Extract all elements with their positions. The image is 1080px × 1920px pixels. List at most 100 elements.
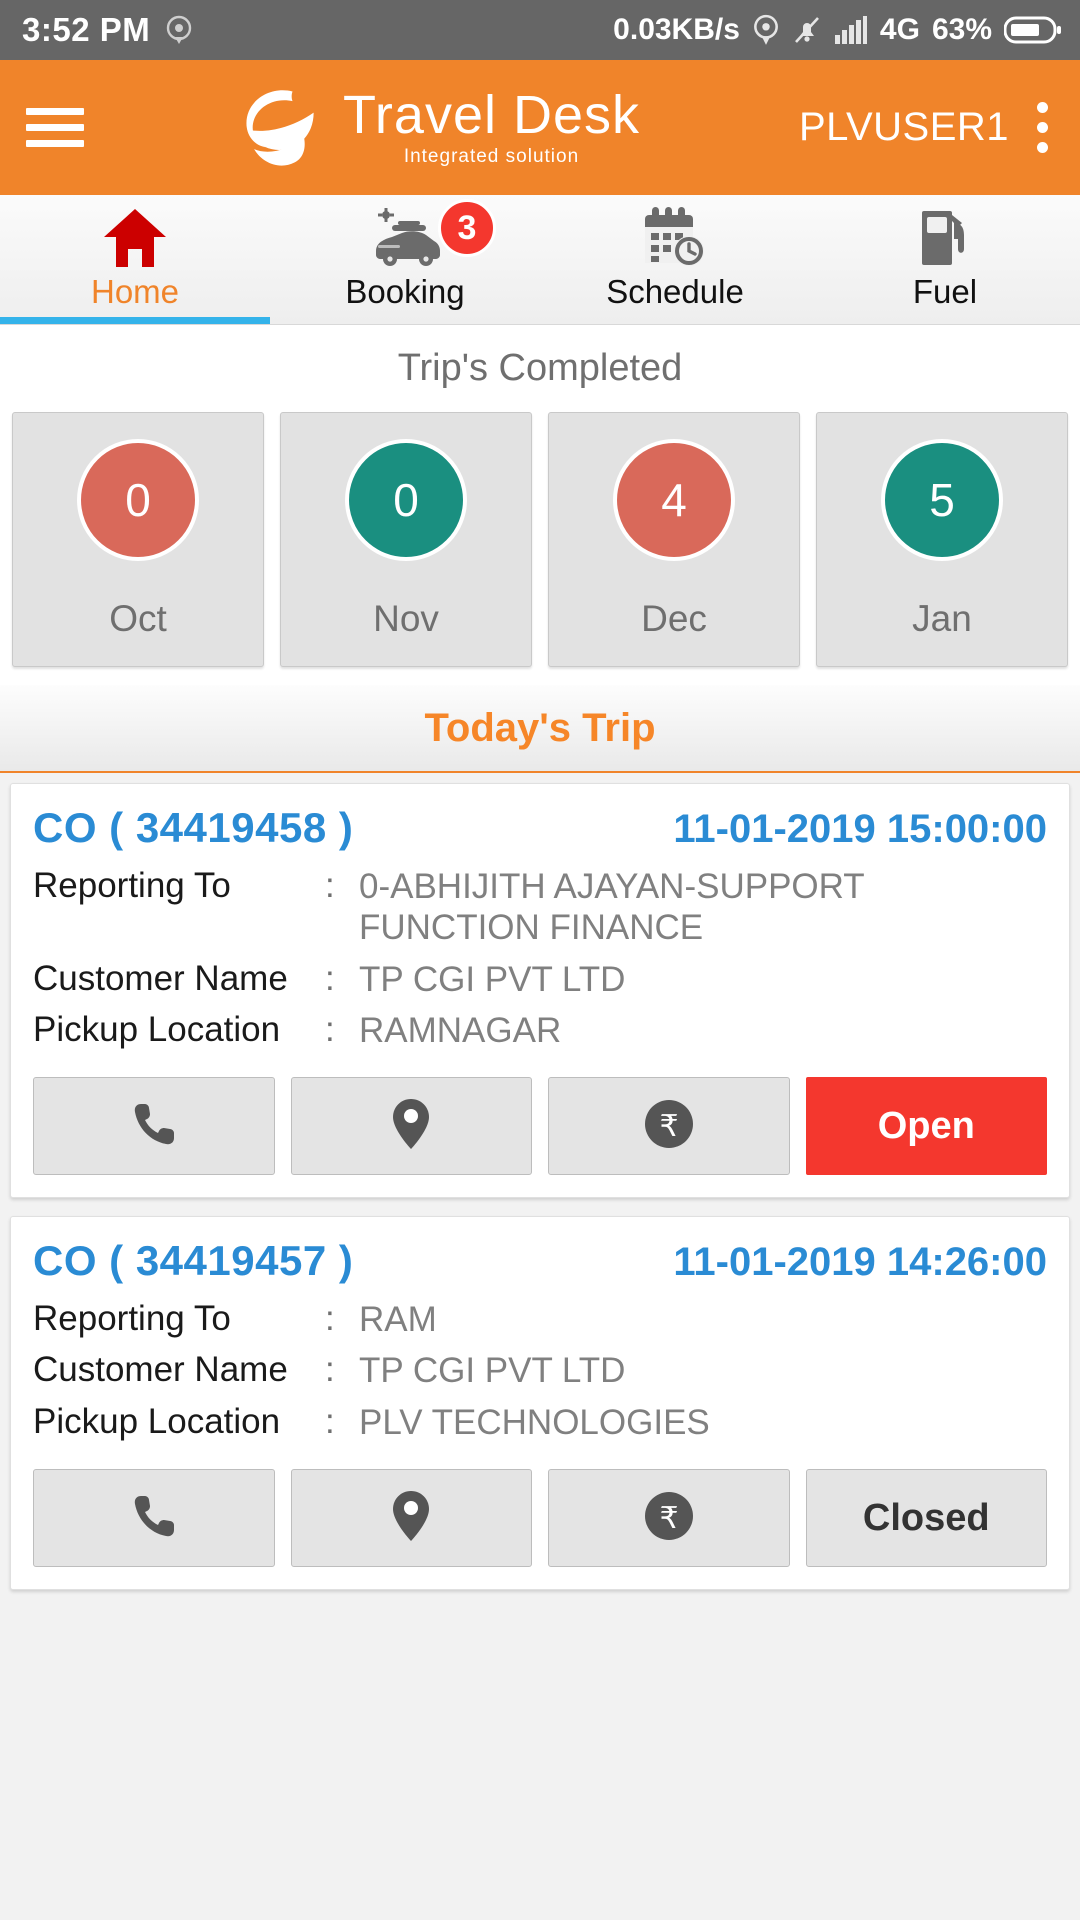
- tab-home-label: Home: [90, 273, 180, 310]
- trip-pickup-location-label: Pickup Location: [33, 1009, 281, 1049]
- trip-customer-name-row: Customer Name : TP CGI PVT LTD: [33, 959, 1047, 1000]
- trip-reporting-to-label: Reporting To: [33, 866, 231, 905]
- brand-text: Travel Desk Integrated solution: [343, 87, 640, 168]
- status-bar-right: 0.03KB/s 4G 63%: [613, 13, 1062, 47]
- trip-reporting-to-row: Reporting To : RAM: [33, 1299, 1047, 1340]
- todays-trip-title: Today's Trip: [424, 705, 656, 750]
- trip-customer-name-label: Customer Name: [33, 958, 288, 998]
- stat-card-oct[interactable]: 0 Oct: [12, 412, 264, 667]
- calendar-clock-icon: [639, 207, 711, 269]
- trip-datetime: 11-01-2019 14:26:00: [673, 1240, 1047, 1285]
- trip-colon: :: [325, 1350, 335, 1390]
- trip-pickup-location-value: RAMNAGAR: [359, 1010, 562, 1050]
- battery-icon: [1004, 14, 1062, 46]
- stat-card-jan[interactable]: 5 Jan: [816, 412, 1068, 667]
- tab-fuel[interactable]: Fuel: [810, 195, 1080, 324]
- trip-co-number: CO ( 34419458 ): [33, 804, 354, 851]
- trip-card-header: CO ( 34419458 ) 11-01-2019 15:00:00: [33, 804, 1047, 852]
- trips-completed-section: Trip's Completed 0 Oct 0 Nov 4 Dec 5 Jan: [0, 325, 1080, 685]
- trip-datetime: 11-01-2019 15:00:00: [673, 807, 1047, 851]
- trip-customer-name-label: Customer Name: [33, 1350, 288, 1390]
- trips-completed-title: Trip's Completed: [397, 347, 683, 389]
- trip-pickup-location-label: Pickup Location: [33, 1401, 281, 1441]
- stat-count-dec: 4: [613, 439, 735, 561]
- phone-icon: [128, 1098, 180, 1155]
- trip-reporting-to-value: RAM: [359, 1300, 437, 1340]
- stat-month-jan: Jan: [912, 598, 972, 639]
- fuel-pump-icon: [914, 207, 976, 269]
- call-button[interactable]: [33, 1469, 275, 1568]
- trip-status-button[interactable]: Closed: [805, 1469, 1047, 1568]
- rupee-coin-icon: ₹: [643, 1098, 695, 1155]
- location-icon: [166, 15, 192, 45]
- trip-pickup-location-row: Pickup Location : RAMNAGAR: [33, 1010, 1047, 1051]
- trip-actions: ₹ Open: [33, 1077, 1047, 1176]
- trip-colon: :: [325, 958, 335, 998]
- trip-reporting-to-row: Reporting To : 0-ABHIJITH AJAYAN-SUPPORT…: [33, 866, 1047, 949]
- status-bar: 3:52 PM 0.03KB/s 4G 63%: [0, 0, 1080, 60]
- trip-reporting-to-value: 0-ABHIJITH AJAYAN-SUPPORT FUNCTION FINAN…: [359, 867, 865, 948]
- trip-pickup-location-value: PLV TECHNOLOGIES: [359, 1402, 710, 1442]
- trip-colon: :: [325, 1009, 335, 1049]
- booking-badge: 3: [438, 199, 496, 257]
- signal-icon: [834, 15, 868, 45]
- trip-pickup-location-row: Pickup Location : PLV TECHNOLOGIES: [33, 1402, 1047, 1443]
- status-time: 3:52 PM: [22, 11, 151, 48]
- stat-count-oct: 0: [77, 439, 199, 561]
- trip-card-header: CO ( 34419457 ) 11-01-2019 14:26:00: [33, 1237, 1047, 1285]
- stat-month-nov: Nov: [373, 598, 439, 639]
- trip-card-list: CO ( 34419458 ) 11-01-2019 15:00:00 Repo…: [0, 773, 1080, 1591]
- mute-icon: [792, 14, 822, 46]
- stat-month-oct: Oct: [109, 598, 167, 639]
- tab-booking[interactable]: 3 Booking: [270, 195, 540, 324]
- trip-customer-name-value: TP CGI PVT LTD: [359, 959, 626, 999]
- location-button[interactable]: [290, 1077, 532, 1176]
- tab-schedule-label: Schedule: [606, 273, 744, 310]
- call-button[interactable]: [33, 1077, 275, 1176]
- phone-icon: [128, 1490, 180, 1547]
- travel-desk-logo-icon: [246, 89, 314, 166]
- gps-icon: [752, 14, 780, 46]
- stat-count-nov: 0: [345, 439, 467, 561]
- network-type: 4G: [879, 13, 920, 46]
- tab-fuel-label: Fuel: [912, 273, 978, 310]
- kebab-menu-icon[interactable]: [1037, 102, 1054, 153]
- home-icon: [102, 207, 168, 269]
- app-header: Travel Desk Integrated solution PLVUSER1: [0, 60, 1080, 195]
- tab-bar: Home 3 Booking Schedule Fuel: [0, 195, 1080, 325]
- trip-colon: :: [325, 1401, 335, 1441]
- stat-card-nov[interactable]: 0 Nov: [280, 412, 532, 667]
- svg-text:₹: ₹: [659, 1502, 678, 1535]
- trip-actions: ₹ Closed: [33, 1469, 1047, 1568]
- battery-percent: 63%: [931, 13, 992, 46]
- trip-colon: :: [325, 866, 335, 905]
- tab-schedule[interactable]: Schedule: [540, 195, 810, 324]
- stat-count-jan: 5: [881, 439, 1003, 561]
- trip-card[interactable]: CO ( 34419457 ) 11-01-2019 14:26:00 Repo…: [10, 1216, 1070, 1591]
- trips-completed-row: 0 Oct 0 Nov 4 Dec 5 Jan: [0, 412, 1080, 667]
- stat-card-dec[interactable]: 4 Dec: [548, 412, 800, 667]
- map-pin-icon: [390, 1097, 432, 1156]
- payment-button[interactable]: ₹: [548, 1077, 790, 1176]
- app-subtitle: Integrated solution: [403, 145, 580, 167]
- trip-card[interactable]: CO ( 34419458 ) 11-01-2019 15:00:00 Repo…: [10, 783, 1070, 1199]
- rupee-coin-icon: ₹: [643, 1490, 695, 1547]
- tab-booking-label: Booking: [345, 273, 465, 310]
- user-name[interactable]: PLVUSER1: [799, 105, 1009, 150]
- location-button[interactable]: [290, 1469, 532, 1568]
- payment-button[interactable]: ₹: [548, 1469, 790, 1568]
- trip-reporting-to-label: Reporting To: [33, 1299, 231, 1339]
- trip-co-number: CO ( 34419457 ): [33, 1237, 354, 1285]
- tab-home[interactable]: Home: [0, 195, 270, 324]
- brand: Travel Desk Integrated solution: [74, 80, 799, 176]
- car-icon: 3: [362, 199, 496, 269]
- map-pin-icon: [390, 1489, 432, 1548]
- trip-customer-name-value: TP CGI PVT LTD: [359, 1351, 626, 1391]
- trip-status-button[interactable]: Open: [805, 1077, 1047, 1176]
- network-speed: 0.03KB/s: [613, 13, 740, 46]
- svg-text:₹: ₹: [659, 1110, 678, 1143]
- trip-colon: :: [325, 1299, 335, 1339]
- stat-month-dec: Dec: [641, 598, 707, 639]
- app-title: Travel Desk: [342, 85, 641, 146]
- trip-customer-name-row: Customer Name : TP CGI PVT LTD: [33, 1350, 1047, 1391]
